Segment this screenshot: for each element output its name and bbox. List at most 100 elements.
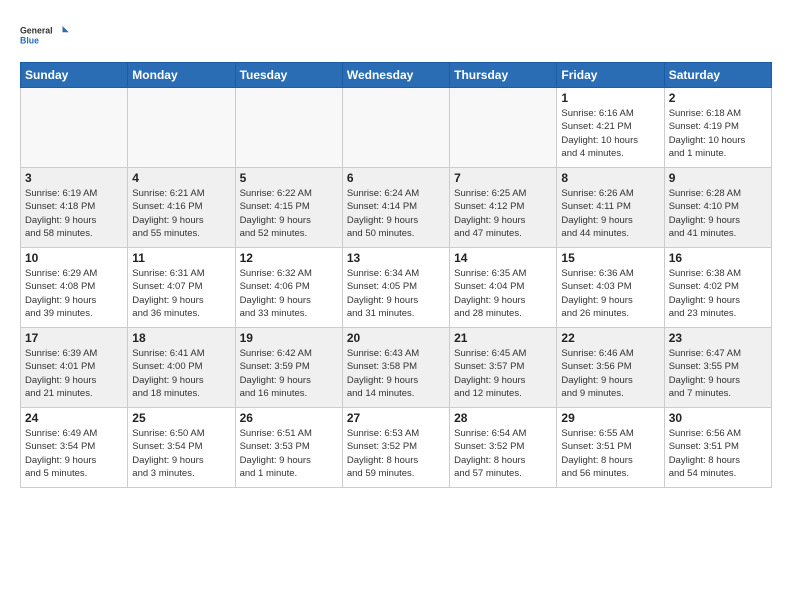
- day-info: Sunrise: 6:38 AM Sunset: 4:02 PM Dayligh…: [669, 267, 767, 320]
- day-info: Sunrise: 6:31 AM Sunset: 4:07 PM Dayligh…: [132, 267, 230, 320]
- calendar-header-wednesday: Wednesday: [342, 63, 449, 88]
- day-info: Sunrise: 6:43 AM Sunset: 3:58 PM Dayligh…: [347, 347, 445, 400]
- calendar-week-row: 1 Sunrise: 6:16 AM Sunset: 4:21 PM Daylig…: [21, 88, 772, 168]
- calendar-header-tuesday: Tuesday: [235, 63, 342, 88]
- calendar-cell: 25 Sunrise: 6:50 AM Sunset: 3:54 PM Dayli…: [128, 408, 235, 488]
- calendar-cell: 21Sunrise: 6:45 AM Sunset: 3:57 PM Dayli…: [450, 328, 557, 408]
- logo-svg: General Blue: [20, 18, 70, 54]
- day-info: Sunrise: 6:36 AM Sunset: 4:03 PM Dayligh…: [561, 267, 659, 320]
- day-info: Sunrise: 6:22 AM Sunset: 4:15 PM Dayligh…: [240, 187, 338, 240]
- day-number: 13: [347, 251, 445, 265]
- day-info: Sunrise: 6:35 AM Sunset: 4:04 PM Dayligh…: [454, 267, 552, 320]
- calendar-cell: 5 Sunrise: 6:22 AM Sunset: 4:15 PM Daylig…: [235, 168, 342, 248]
- day-info: Sunrise: 6:53 AM Sunset: 3:52 PM Dayligh…: [347, 427, 445, 480]
- calendar-cell: 23 Sunrise: 6:47 AM Sunset: 3:55 PM Dayli…: [664, 328, 771, 408]
- calendar-week-row: 3Sunrise: 6:19 AM Sunset: 4:18 PM Daylig…: [21, 168, 772, 248]
- day-info: Sunrise: 6:47 AM Sunset: 3:55 PM Dayligh…: [669, 347, 767, 400]
- day-info: Sunrise: 6:50 AM Sunset: 3:54 PM Dayligh…: [132, 427, 230, 480]
- day-info: Sunrise: 6:16 AM Sunset: 4:21 PM Dayligh…: [561, 107, 659, 160]
- day-info: Sunrise: 6:56 AM Sunset: 3:51 PM Dayligh…: [669, 427, 767, 480]
- day-number: 22: [561, 331, 659, 345]
- calendar-cell: 16 Sunrise: 6:38 AM Sunset: 4:02 PM Dayli…: [664, 248, 771, 328]
- day-number: 10: [25, 251, 123, 265]
- calendar-header-friday: Friday: [557, 63, 664, 88]
- day-number: 14: [454, 251, 552, 265]
- calendar-cell: 10 Sunrise: 6:29 AM Sunset: 4:08 PM Dayli…: [21, 248, 128, 328]
- calendar-cell: 3Sunrise: 6:19 AM Sunset: 4:18 PM Daylig…: [21, 168, 128, 248]
- calendar-header-sunday: Sunday: [21, 63, 128, 88]
- day-number: 2: [669, 91, 767, 105]
- calendar-cell: 6Sunrise: 6:24 AM Sunset: 4:14 PM Daylig…: [342, 168, 449, 248]
- calendar-cell: 18 Sunrise: 6:41 AM Sunset: 4:00 PM Dayli…: [128, 328, 235, 408]
- calendar-cell: 26 Sunrise: 6:51 AM Sunset: 3:53 PM Dayli…: [235, 408, 342, 488]
- day-number: 1: [561, 91, 659, 105]
- day-info: Sunrise: 6:51 AM Sunset: 3:53 PM Dayligh…: [240, 427, 338, 480]
- calendar-cell: 2 Sunrise: 6:18 AM Sunset: 4:19 PM Daylig…: [664, 88, 771, 168]
- calendar-cell: 11 Sunrise: 6:31 AM Sunset: 4:07 PM Dayli…: [128, 248, 235, 328]
- calendar-week-row: 24 Sunrise: 6:49 AM Sunset: 3:54 PM Dayli…: [21, 408, 772, 488]
- day-number: 18: [132, 331, 230, 345]
- day-number: 20: [347, 331, 445, 345]
- day-info: Sunrise: 6:54 AM Sunset: 3:52 PM Dayligh…: [454, 427, 552, 480]
- calendar-cell: 9Sunrise: 6:28 AM Sunset: 4:10 PM Daylig…: [664, 168, 771, 248]
- day-number: 29: [561, 411, 659, 425]
- calendar-cell: 17 Sunrise: 6:39 AM Sunset: 4:01 PM Dayli…: [21, 328, 128, 408]
- calendar-cell: 20 Sunrise: 6:43 AM Sunset: 3:58 PM Dayli…: [342, 328, 449, 408]
- svg-text:Blue: Blue: [20, 36, 39, 46]
- calendar-cell: [450, 88, 557, 168]
- calendar-cell: 15Sunrise: 6:36 AM Sunset: 4:03 PM Dayli…: [557, 248, 664, 328]
- day-number: 23: [669, 331, 767, 345]
- calendar-cell: 12 Sunrise: 6:32 AM Sunset: 4:06 PM Dayli…: [235, 248, 342, 328]
- day-number: 26: [240, 411, 338, 425]
- day-info: Sunrise: 6:49 AM Sunset: 3:54 PM Dayligh…: [25, 427, 123, 480]
- day-number: 21: [454, 331, 552, 345]
- day-info: Sunrise: 6:42 AM Sunset: 3:59 PM Dayligh…: [240, 347, 338, 400]
- day-info: Sunrise: 6:39 AM Sunset: 4:01 PM Dayligh…: [25, 347, 123, 400]
- calendar-cell: 4 Sunrise: 6:21 AM Sunset: 4:16 PM Daylig…: [128, 168, 235, 248]
- calendar-cell: 19 Sunrise: 6:42 AM Sunset: 3:59 PM Dayli…: [235, 328, 342, 408]
- calendar-header-thursday: Thursday: [450, 63, 557, 88]
- day-number: 11: [132, 251, 230, 265]
- day-info: Sunrise: 6:41 AM Sunset: 4:00 PM Dayligh…: [132, 347, 230, 400]
- calendar-cell: 29 Sunrise: 6:55 AM Sunset: 3:51 PM Dayli…: [557, 408, 664, 488]
- day-info: Sunrise: 6:46 AM Sunset: 3:56 PM Dayligh…: [561, 347, 659, 400]
- calendar-cell: [21, 88, 128, 168]
- header: General Blue: [20, 18, 772, 54]
- day-info: Sunrise: 6:32 AM Sunset: 4:06 PM Dayligh…: [240, 267, 338, 320]
- calendar-cell: [235, 88, 342, 168]
- day-number: 9: [669, 171, 767, 185]
- day-number: 24: [25, 411, 123, 425]
- calendar-cell: 7Sunrise: 6:25 AM Sunset: 4:12 PM Daylig…: [450, 168, 557, 248]
- calendar-cell: 22 Sunrise: 6:46 AM Sunset: 3:56 PM Dayli…: [557, 328, 664, 408]
- day-number: 19: [240, 331, 338, 345]
- day-number: 8: [561, 171, 659, 185]
- calendar-cell: 13Sunrise: 6:34 AM Sunset: 4:05 PM Dayli…: [342, 248, 449, 328]
- calendar-cell: 30 Sunrise: 6:56 AM Sunset: 3:51 PM Dayli…: [664, 408, 771, 488]
- day-number: 5: [240, 171, 338, 185]
- calendar-cell: 28 Sunrise: 6:54 AM Sunset: 3:52 PM Dayli…: [450, 408, 557, 488]
- day-number: 4: [132, 171, 230, 185]
- page: General Blue SundayMondayTuesdayWednesda…: [0, 0, 792, 498]
- calendar-header-monday: Monday: [128, 63, 235, 88]
- day-info: Sunrise: 6:18 AM Sunset: 4:19 PM Dayligh…: [669, 107, 767, 160]
- day-number: 17: [25, 331, 123, 345]
- day-number: 12: [240, 251, 338, 265]
- calendar-week-row: 17 Sunrise: 6:39 AM Sunset: 4:01 PM Dayli…: [21, 328, 772, 408]
- day-number: 30: [669, 411, 767, 425]
- calendar-cell: [342, 88, 449, 168]
- day-number: 25: [132, 411, 230, 425]
- calendar-header-row: SundayMondayTuesdayWednesdayThursdayFrid…: [21, 63, 772, 88]
- day-info: Sunrise: 6:55 AM Sunset: 3:51 PM Dayligh…: [561, 427, 659, 480]
- day-number: 7: [454, 171, 552, 185]
- calendar-week-row: 10 Sunrise: 6:29 AM Sunset: 4:08 PM Dayli…: [21, 248, 772, 328]
- calendar-cell: 1 Sunrise: 6:16 AM Sunset: 4:21 PM Daylig…: [557, 88, 664, 168]
- day-info: Sunrise: 6:29 AM Sunset: 4:08 PM Dayligh…: [25, 267, 123, 320]
- day-number: 28: [454, 411, 552, 425]
- calendar-cell: 24 Sunrise: 6:49 AM Sunset: 3:54 PM Dayli…: [21, 408, 128, 488]
- calendar-cell: [128, 88, 235, 168]
- day-info: Sunrise: 6:19 AM Sunset: 4:18 PM Dayligh…: [25, 187, 123, 240]
- day-number: 16: [669, 251, 767, 265]
- calendar-header-saturday: Saturday: [664, 63, 771, 88]
- day-info: Sunrise: 6:21 AM Sunset: 4:16 PM Dayligh…: [132, 187, 230, 240]
- day-info: Sunrise: 6:24 AM Sunset: 4:14 PM Dayligh…: [347, 187, 445, 240]
